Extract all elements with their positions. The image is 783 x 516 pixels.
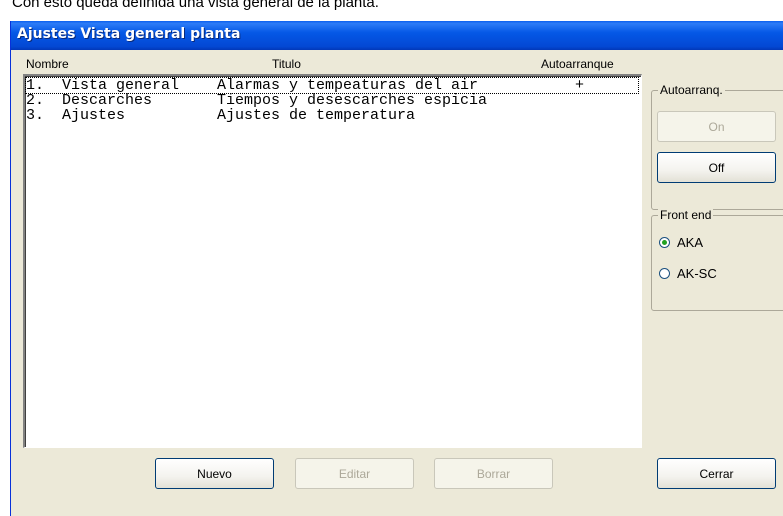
- nuevo-button[interactable]: Nuevo: [155, 458, 274, 489]
- cerrar-button[interactable]: Cerrar: [657, 458, 776, 489]
- row-number: 1.: [26, 77, 45, 94]
- row-title: Ajustes de temperatura: [217, 107, 416, 124]
- column-header-autoarranque[interactable]: Autoarranque: [541, 57, 614, 71]
- column-header-titulo[interactable]: Titulo: [272, 57, 301, 71]
- row-title: Tiempos y desescarches espicia: [217, 92, 488, 109]
- row-name: Descarches: [62, 92, 153, 109]
- row-title: Alarmas y tempeaturas del air: [217, 77, 479, 94]
- radio-unselected-icon: [659, 268, 670, 279]
- list-item[interactable]: 3. Ajustes Ajustes de temperatura: [26, 108, 638, 123]
- window-title: Ajustes Vista general planta: [11, 21, 783, 50]
- off-button[interactable]: Off: [657, 152, 776, 183]
- frontend-group: Front end: [651, 208, 783, 311]
- radio-aka[interactable]: AKA: [659, 235, 703, 250]
- on-button[interactable]: On: [657, 111, 776, 142]
- list-item[interactable]: 2. Descarches Tiempos y desescarches esp…: [26, 93, 638, 108]
- radio-ak-sc-label: AK-SC: [677, 266, 717, 281]
- radio-ak-sc[interactable]: AK-SC: [659, 266, 717, 281]
- frontend-label: Front end: [658, 208, 714, 222]
- row-number: 2.: [26, 92, 45, 109]
- autoarranq-label: Autoarranq.: [658, 83, 725, 97]
- autoarranq-group: Autoarranq.: [651, 83, 783, 210]
- list-item[interactable]: 1. Vista general Alarmas y tempeaturas d…: [25, 77, 639, 94]
- row-name: Ajustes: [62, 107, 126, 124]
- radio-selected-icon: [659, 237, 670, 248]
- radio-aka-label: AKA: [677, 235, 704, 250]
- row-number: 3.: [26, 107, 45, 124]
- borrar-button[interactable]: Borrar: [434, 458, 553, 489]
- page-caption: Con esto queda definida una vista genera…: [12, 0, 379, 11]
- settings-dialog: Ajustes Vista general planta Nombre Titu…: [10, 21, 783, 516]
- row-name: Vista general: [62, 77, 180, 94]
- column-header-nombre[interactable]: Nombre: [26, 57, 69, 71]
- editar-button[interactable]: Editar: [295, 458, 414, 489]
- view-list[interactable]: 1. Vista general Alarmas y tempeaturas d…: [23, 74, 642, 448]
- row-autostart: +: [575, 77, 585, 94]
